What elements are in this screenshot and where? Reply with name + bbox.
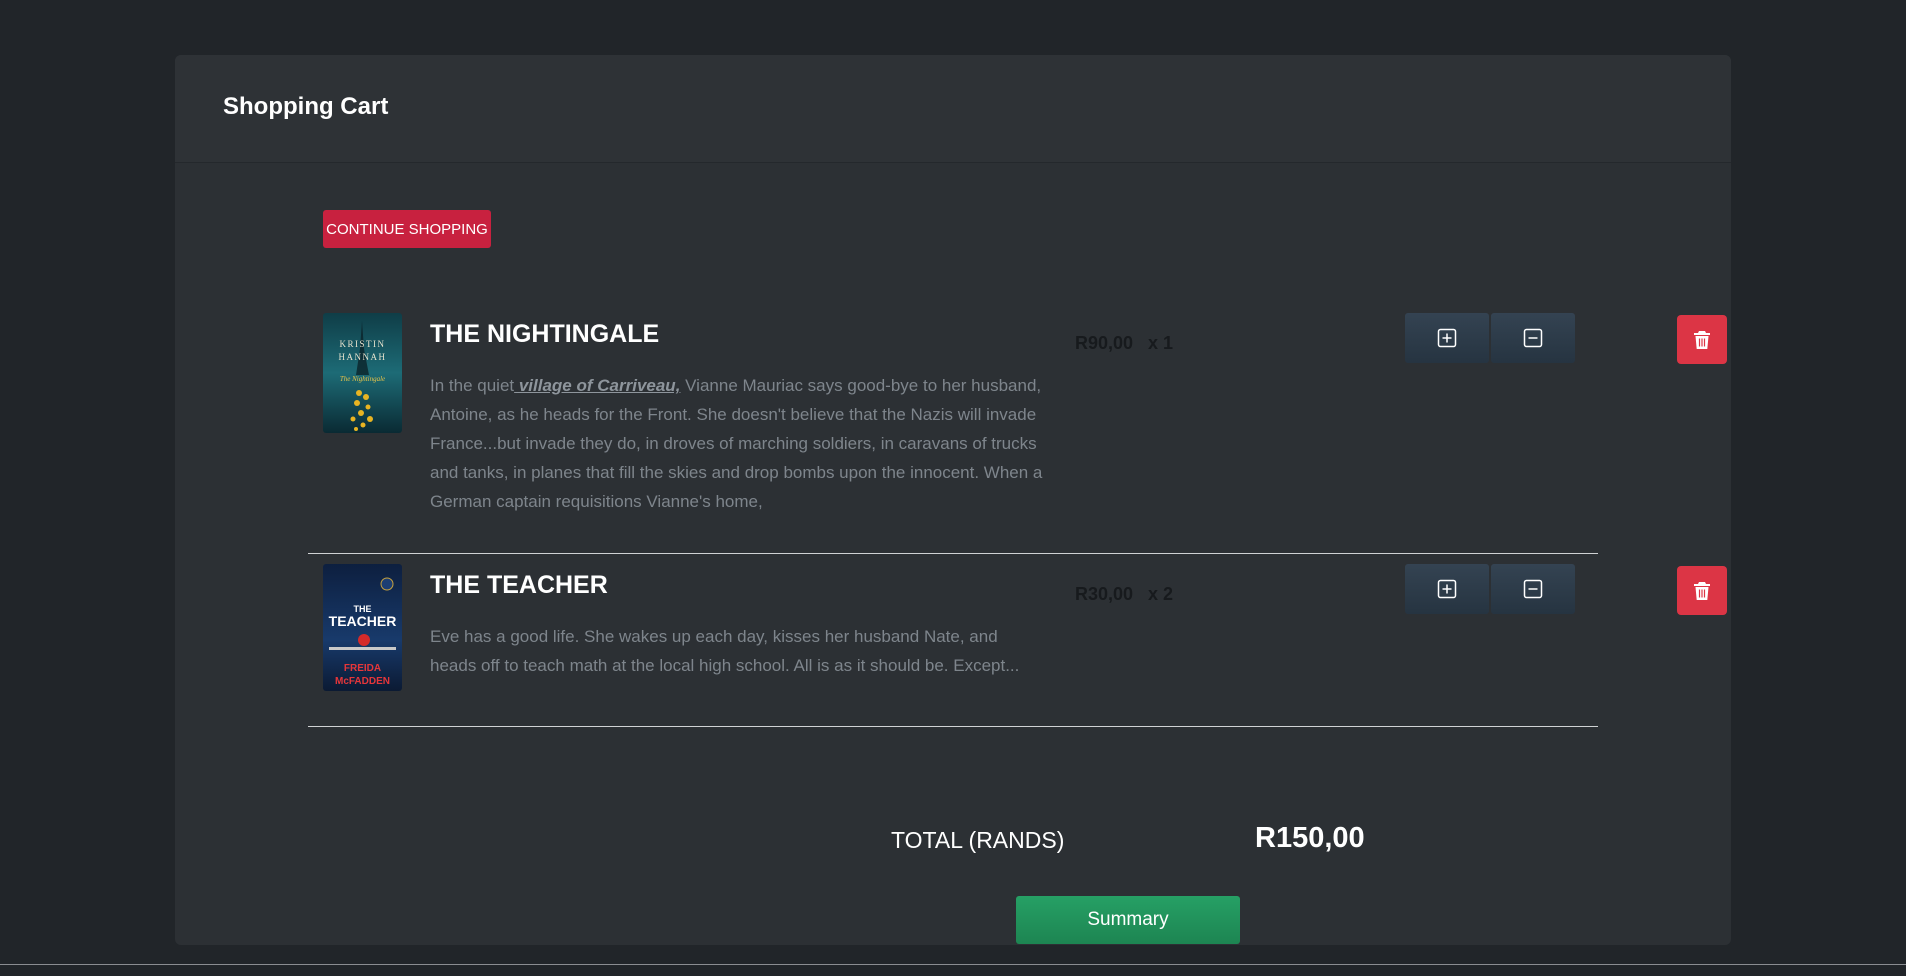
description-text: Vianne Mauriac says good-bye to her husb… bbox=[430, 376, 1043, 511]
plus-square-icon bbox=[1437, 579, 1457, 599]
cover-title-line: The Nightingale bbox=[340, 375, 385, 383]
remove-item-button[interactable] bbox=[1677, 566, 1727, 615]
trash-icon bbox=[1694, 330, 1710, 349]
cover-author-line: HANNAH bbox=[339, 352, 387, 362]
total-label: TOTAL (RANDS) bbox=[891, 827, 1065, 853]
cart-item: THE TEACHER FREIDA McFADDEN THE TEACHER … bbox=[308, 564, 1727, 727]
plus-square-icon bbox=[1437, 328, 1457, 348]
item-price: R90,00 bbox=[1075, 333, 1134, 353]
cover-author-line: FREIDA bbox=[344, 663, 381, 674]
total-amount: R150,00 bbox=[1255, 822, 1365, 854]
item-quantity: x 2 bbox=[1148, 584, 1174, 604]
trash-icon bbox=[1694, 581, 1710, 600]
minus-square-icon bbox=[1523, 328, 1543, 348]
book-cover-image: THE TEACHER FREIDA McFADDEN bbox=[323, 564, 402, 691]
cart-card: Shopping Cart CONTINUE SHOPPING KRISTIN … bbox=[175, 55, 1731, 945]
remove-item-button[interactable] bbox=[1677, 315, 1727, 364]
description-link[interactable]: village of Carriveau, bbox=[514, 376, 681, 395]
decrease-quantity-button[interactable] bbox=[1491, 564, 1575, 614]
item-description: Eve has a good life. She wakes up each d… bbox=[430, 627, 1020, 675]
item-title: THE TEACHER bbox=[430, 571, 608, 599]
description-text: In the quiet bbox=[430, 376, 515, 395]
item-description: In the quiet village of Carriveau, Viann… bbox=[430, 371, 1045, 516]
minus-square-icon bbox=[1523, 579, 1543, 599]
summary-button[interactable]: Summary bbox=[1016, 896, 1240, 944]
continue-shopping-button[interactable]: CONTINUE SHOPPING bbox=[323, 210, 491, 248]
item-quantity: x 1 bbox=[1148, 333, 1174, 353]
cover-author-line: McFADDEN bbox=[335, 676, 390, 687]
cover-title-line: TEACHER bbox=[329, 613, 397, 629]
increase-quantity-button[interactable] bbox=[1405, 313, 1489, 363]
item-title: THE NIGHTINGALE bbox=[430, 320, 660, 348]
item-price: R30,00 bbox=[1075, 584, 1134, 604]
cart-item: KRISTIN HANNAH The Nightingale THE NIGHT… bbox=[308, 313, 1727, 554]
cover-author-line: KRISTIN bbox=[340, 339, 386, 349]
page-bottom-divider bbox=[0, 964, 1906, 965]
page-title: Shopping Cart bbox=[223, 93, 389, 120]
card-header: Shopping Cart bbox=[175, 55, 1731, 163]
book-cover-image: KRISTIN HANNAH The Nightingale bbox=[323, 313, 402, 433]
increase-quantity-button[interactable] bbox=[1405, 564, 1489, 614]
decrease-quantity-button[interactable] bbox=[1491, 313, 1575, 363]
